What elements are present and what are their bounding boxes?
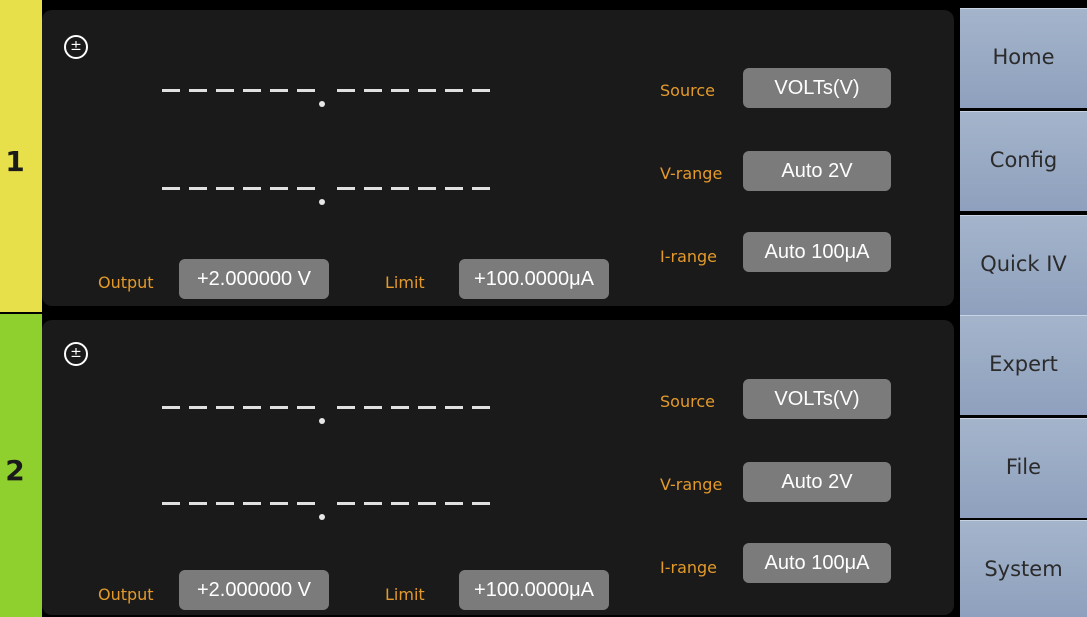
- v-range-value-button[interactable]: Auto 2V: [743, 462, 891, 502]
- v-range-label: V-range: [660, 475, 723, 494]
- menu-file-button[interactable]: File: [960, 418, 1087, 518]
- output-label: Output: [98, 585, 154, 604]
- menu-file-label: File: [1005, 455, 1042, 479]
- menu-config-button[interactable]: Config: [960, 111, 1087, 211]
- menu-system-button[interactable]: System: [960, 520, 1087, 617]
- v-range-label: V-range: [660, 164, 723, 183]
- voltage-reading-placeholder: [162, 406, 492, 436]
- channel-2-panel: 2 ± Source VOLTs(V) V-range Auto 2V I-ra…: [0, 314, 958, 617]
- side-menu: Home Config Quick IV Expert File System: [960, 0, 1087, 617]
- menu-config-label: Config: [989, 148, 1058, 172]
- channel-2-display: ± Source VOLTs(V) V-range Auto 2V I-rang…: [42, 320, 954, 615]
- menu-quick-iv-label: Quick IV: [980, 252, 1067, 276]
- current-reading-placeholder: [162, 502, 492, 532]
- channel-1-strip: 1: [0, 0, 42, 312]
- channel-number: 2: [5, 454, 25, 487]
- menu-home-label: Home: [992, 45, 1055, 69]
- channel-2-strip: 2: [0, 314, 42, 617]
- limit-label: Limit: [385, 585, 425, 604]
- limit-label: Limit: [385, 273, 425, 292]
- menu-quick-iv-button[interactable]: Quick IV: [960, 215, 1087, 315]
- v-range-value-button[interactable]: Auto 2V: [743, 151, 891, 191]
- current-reading-placeholder: [162, 187, 492, 217]
- plus-minus-icon[interactable]: ±: [64, 35, 88, 59]
- source-label: Source: [660, 81, 715, 100]
- plus-minus-icon[interactable]: ±: [64, 342, 88, 366]
- i-range-label: I-range: [660, 247, 718, 266]
- source-value-button[interactable]: VOLTs(V): [743, 68, 891, 108]
- limit-value-button[interactable]: +100.0000μA: [459, 259, 609, 299]
- channel-1-panel: 1 ± Source VOLTs(V) V-range Auto 2V I-ra…: [0, 0, 958, 312]
- channel-number: 1: [5, 144, 25, 178]
- channel-1-display: ± Source VOLTs(V) V-range Auto 2V I-rang…: [42, 10, 954, 306]
- source-label: Source: [660, 392, 715, 411]
- limit-value-button[interactable]: +100.0000μA: [459, 570, 609, 610]
- output-value-button[interactable]: +2.000000 V: [179, 259, 329, 299]
- output-label: Output: [98, 273, 154, 292]
- source-value-button[interactable]: VOLTs(V): [743, 379, 891, 419]
- menu-expert-button[interactable]: Expert: [960, 315, 1087, 415]
- i-range-label: I-range: [660, 558, 718, 577]
- menu-system-label: System: [984, 557, 1063, 581]
- i-range-value-button[interactable]: Auto 100μA: [743, 232, 891, 272]
- output-value-button[interactable]: +2.000000 V: [179, 570, 329, 610]
- menu-expert-label: Expert: [989, 352, 1058, 376]
- voltage-reading-placeholder: [162, 89, 492, 119]
- menu-home-button[interactable]: Home: [960, 8, 1087, 108]
- i-range-value-button[interactable]: Auto 100μA: [743, 543, 891, 583]
